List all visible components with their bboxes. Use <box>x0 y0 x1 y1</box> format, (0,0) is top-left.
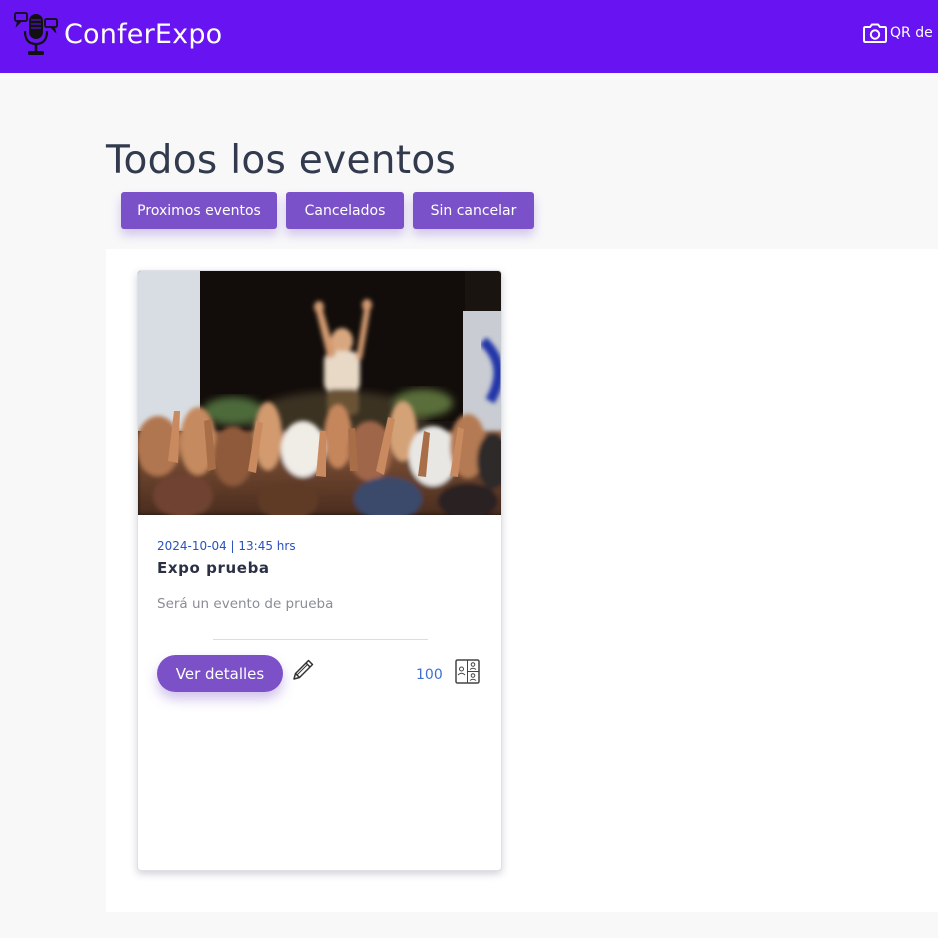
event-description: Será un evento de prueba <box>157 596 334 612</box>
event-datetime: 2024-10-04 | 13:45 hrs <box>157 539 296 553</box>
page-title: Todos los eventos <box>106 138 457 183</box>
event-card: 2024-10-04 | 13:45 hrs Expo prueba Será … <box>137 270 502 871</box>
view-details-button[interactable]: Ver detalles <box>157 655 283 692</box>
card-divider <box>213 639 428 640</box>
pencil-icon[interactable] <box>290 657 316 683</box>
event-capacity: 100 <box>416 667 443 683</box>
event-title: Expo prueba <box>157 559 270 577</box>
filter-cancelled-button[interactable]: Cancelados <box>286 192 404 229</box>
qr-label: QR de <box>890 25 933 41</box>
filter-not-cancelled-button[interactable]: Sin cancelar <box>413 192 534 229</box>
filter-upcoming-button[interactable]: Proximos eventos <box>121 192 277 229</box>
camera-icon <box>863 23 887 43</box>
microphone-logo-icon <box>14 12 58 55</box>
brand-name: ConferExpo <box>64 18 223 50</box>
attendees-icon <box>455 659 480 684</box>
brand-link[interactable]: ConferExpo <box>14 10 222 58</box>
event-image <box>138 271 501 515</box>
navbar: ConferExpo QR de <box>0 0 938 73</box>
filter-button-group: Proximos eventos Cancelados Sin cancelar <box>121 192 543 229</box>
qr-link[interactable]: QR de <box>862 22 933 44</box>
